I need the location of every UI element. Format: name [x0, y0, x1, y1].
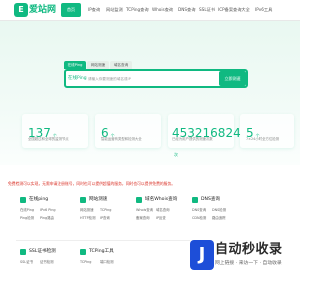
tab-site-speed[interactable]: 网站测速 — [87, 61, 109, 69]
tool-title[interactable]: 在线ping — [29, 196, 48, 204]
tool-title[interactable]: 域名Whois查询 — [145, 196, 177, 204]
stat-card-tests: 453216824次 已经为用户提供的测速次数 — [168, 114, 241, 157]
tool-link[interactable]: 备案查询 — [136, 215, 150, 221]
tool-link[interactable]: Ping路由 — [40, 215, 54, 221]
tool-link[interactable]: CDN检测 — [192, 215, 206, 221]
notice-text: 免费检测可以实现，无需申请注册账号，同时也可以提供超值的服务，同时也可以提供免费… — [8, 181, 176, 186]
tool-link[interactable]: DNS检测 — [212, 207, 226, 213]
tcping-icon — [80, 249, 86, 255]
tool-link[interactable]: 网站测速 — [80, 207, 94, 213]
stat-unit: 次 — [174, 152, 178, 157]
watermark-logo-icon: J — [190, 240, 214, 270]
tab-domain-lookup[interactable]: 域名查询 — [110, 61, 132, 69]
nav-item-ssl[interactable]: SSL证书 — [199, 3, 215, 17]
speed-icon — [80, 197, 86, 203]
nav-item-whois[interactable]: Whois查询 — [152, 3, 173, 17]
tool-link[interactable]: Whois查询 — [136, 207, 153, 213]
dns-icon — [192, 197, 198, 203]
stat-card-isp: 6个 智能运营商类型和检测大全 — [95, 114, 161, 148]
tool-link[interactable]: IP查询 — [100, 215, 110, 221]
tool-link[interactable]: Ping检测 — [20, 215, 34, 221]
nav-item-home[interactable]: 首页 — [61, 3, 81, 17]
tool-link[interactable]: IP反查 — [156, 215, 166, 221]
search-input[interactable] — [88, 74, 218, 83]
tool-link[interactable]: 域名查询 — [156, 207, 170, 213]
lock-icon — [20, 249, 26, 255]
nav-item-tcping[interactable]: TCPing查询 — [126, 3, 149, 17]
search-mode-label: 在线Ping — [68, 76, 87, 81]
nav-item-dns[interactable]: DNS查询 — [178, 3, 195, 17]
tool-link[interactable]: 路由追踪 — [212, 215, 226, 221]
stat-label: 已经为用户提供的测速次数 — [172, 137, 213, 141]
site-name[interactable]: 爱站网 — [29, 3, 56, 17]
tool-title[interactable]: 网站测速 — [89, 196, 107, 204]
tool-title[interactable]: TCPing工具 — [89, 248, 114, 256]
nav-item-icp[interactable]: ICP备案查询大全 — [218, 3, 250, 17]
tool-link[interactable]: HTTP检测 — [80, 215, 95, 221]
nav-item-ip-lookup[interactable]: IP查询 — [88, 3, 100, 17]
nav-item-ipv6[interactable]: IPv6工具 — [255, 3, 272, 17]
stat-label: 7×24小时全方位检测 — [246, 137, 280, 141]
tool-link[interactable]: TCPing — [80, 259, 91, 265]
tool-link[interactable]: TCPing — [100, 207, 111, 213]
stat-card-monitoring: 5个 7×24小时全方位检测 — [240, 114, 294, 148]
stat-label: 智能运营商类型和检测大全 — [101, 137, 142, 141]
tab-online-ping[interactable]: 在线Ping — [64, 61, 86, 69]
tool-link[interactable]: 证书检测 — [40, 259, 54, 265]
logo-icon[interactable]: E — [14, 3, 28, 17]
stat-label: 全国超过和全球的监测节点 — [28, 137, 69, 141]
watermark-title: 自动秒收录 — [215, 242, 283, 257]
stat-card-nodes: 137 个 全国超过和全球的监测节点 — [22, 114, 88, 148]
speed-test-button[interactable]: 立即测速 — [219, 71, 246, 86]
nav-item-site-monitor[interactable]: 网站监测 — [106, 3, 123, 17]
ping-icon — [20, 197, 26, 203]
tool-link[interactable]: IPv6 Ping — [40, 207, 56, 213]
globe-icon — [136, 197, 142, 203]
tool-link[interactable]: 在线Ping — [20, 207, 34, 213]
tool-title[interactable]: DNS查询 — [201, 196, 220, 204]
tool-link[interactable]: 端口检测 — [100, 259, 114, 265]
tool-link[interactable]: SSL证书 — [20, 259, 33, 265]
watermark-subtitle: 网上链接 · 来访一下 · 自动收录 — [215, 261, 282, 266]
tool-title[interactable]: SSL证书检测 — [29, 248, 56, 256]
tool-link[interactable]: DNS查询 — [192, 207, 206, 213]
